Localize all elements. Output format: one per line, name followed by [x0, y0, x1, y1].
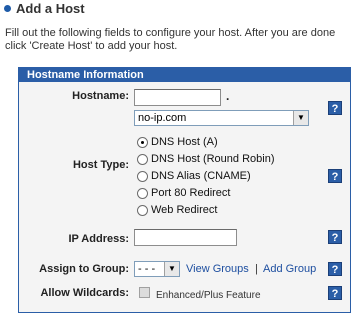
radio-label: DNS Alias (CNAME): [151, 170, 251, 182]
group-help-icon[interactable]: ?: [328, 262, 342, 276]
host-type-help-icon[interactable]: ?: [328, 169, 342, 183]
radio-port-80-redirect[interactable]: Port 80 Redirect: [137, 186, 230, 200]
title-row: Add a Host: [4, 0, 85, 16]
radio-label: Web Redirect: [151, 204, 218, 216]
group-select[interactable]: - - - ▼: [134, 261, 180, 277]
view-groups-link[interactable]: View Groups: [186, 263, 249, 275]
radio-button[interactable]: [137, 204, 148, 216]
hostname-input[interactable]: [134, 89, 221, 106]
hostname-label: Hostname:: [72, 90, 129, 102]
wildcards-checkbox[interactable]: [139, 287, 150, 298]
radio-button[interactable]: [137, 187, 148, 199]
domain-select-value: no-ip.com: [138, 112, 187, 124]
chevron-down-icon[interactable]: ▼: [164, 262, 179, 276]
radio-button[interactable]: [137, 170, 148, 182]
host-type-label: Host Type:: [72, 159, 129, 171]
radio-dns-alias-cname[interactable]: DNS Alias (CNAME): [137, 169, 251, 183]
wildcards-help-icon[interactable]: ?: [328, 286, 342, 300]
hostname-information-panel: Hostname Information Hostname: . no-ip.c…: [18, 67, 351, 313]
allow-wildcards-label: Allow Wildcards:: [40, 287, 129, 299]
add-group-link[interactable]: Add Group: [263, 263, 316, 275]
group-select-value: - - -: [138, 263, 156, 275]
radio-label: DNS Host (A): [151, 136, 218, 148]
radio-web-redirect[interactable]: Web Redirect: [137, 203, 217, 217]
panel-body: Hostname: . no-ip.com ▼ ? Host Type: DNS…: [19, 82, 350, 312]
radio-label: DNS Host (Round Robin): [151, 153, 275, 165]
ip-address-label: IP Address:: [68, 233, 129, 245]
ip-address-input[interactable]: [134, 229, 237, 246]
hostname-domain-separator: .: [226, 89, 230, 103]
intro-text: Fill out the following fields to configu…: [5, 27, 336, 52]
hostname-help-icon[interactable]: ?: [328, 101, 342, 115]
page-title: Add a Host: [16, 0, 85, 16]
link-separator: |: [255, 263, 258, 275]
radio-button[interactable]: [137, 153, 148, 165]
radio-dns-host-a[interactable]: DNS Host (A): [137, 135, 218, 149]
bullet-icon: [4, 4, 11, 12]
ip-address-help-icon[interactable]: ?: [328, 230, 342, 244]
radio-label: Port 80 Redirect: [151, 187, 231, 199]
radio-button-checked[interactable]: [137, 136, 148, 148]
domain-select[interactable]: no-ip.com ▼: [134, 110, 309, 126]
chevron-down-icon[interactable]: ▼: [293, 111, 308, 125]
panel-header: Hostname Information: [19, 68, 350, 82]
radio-dns-host-round-robin[interactable]: DNS Host (Round Robin): [137, 152, 275, 166]
enhanced-plus-feature-note: Enhanced/Plus Feature: [156, 290, 261, 301]
assign-group-label: Assign to Group:: [39, 263, 129, 275]
